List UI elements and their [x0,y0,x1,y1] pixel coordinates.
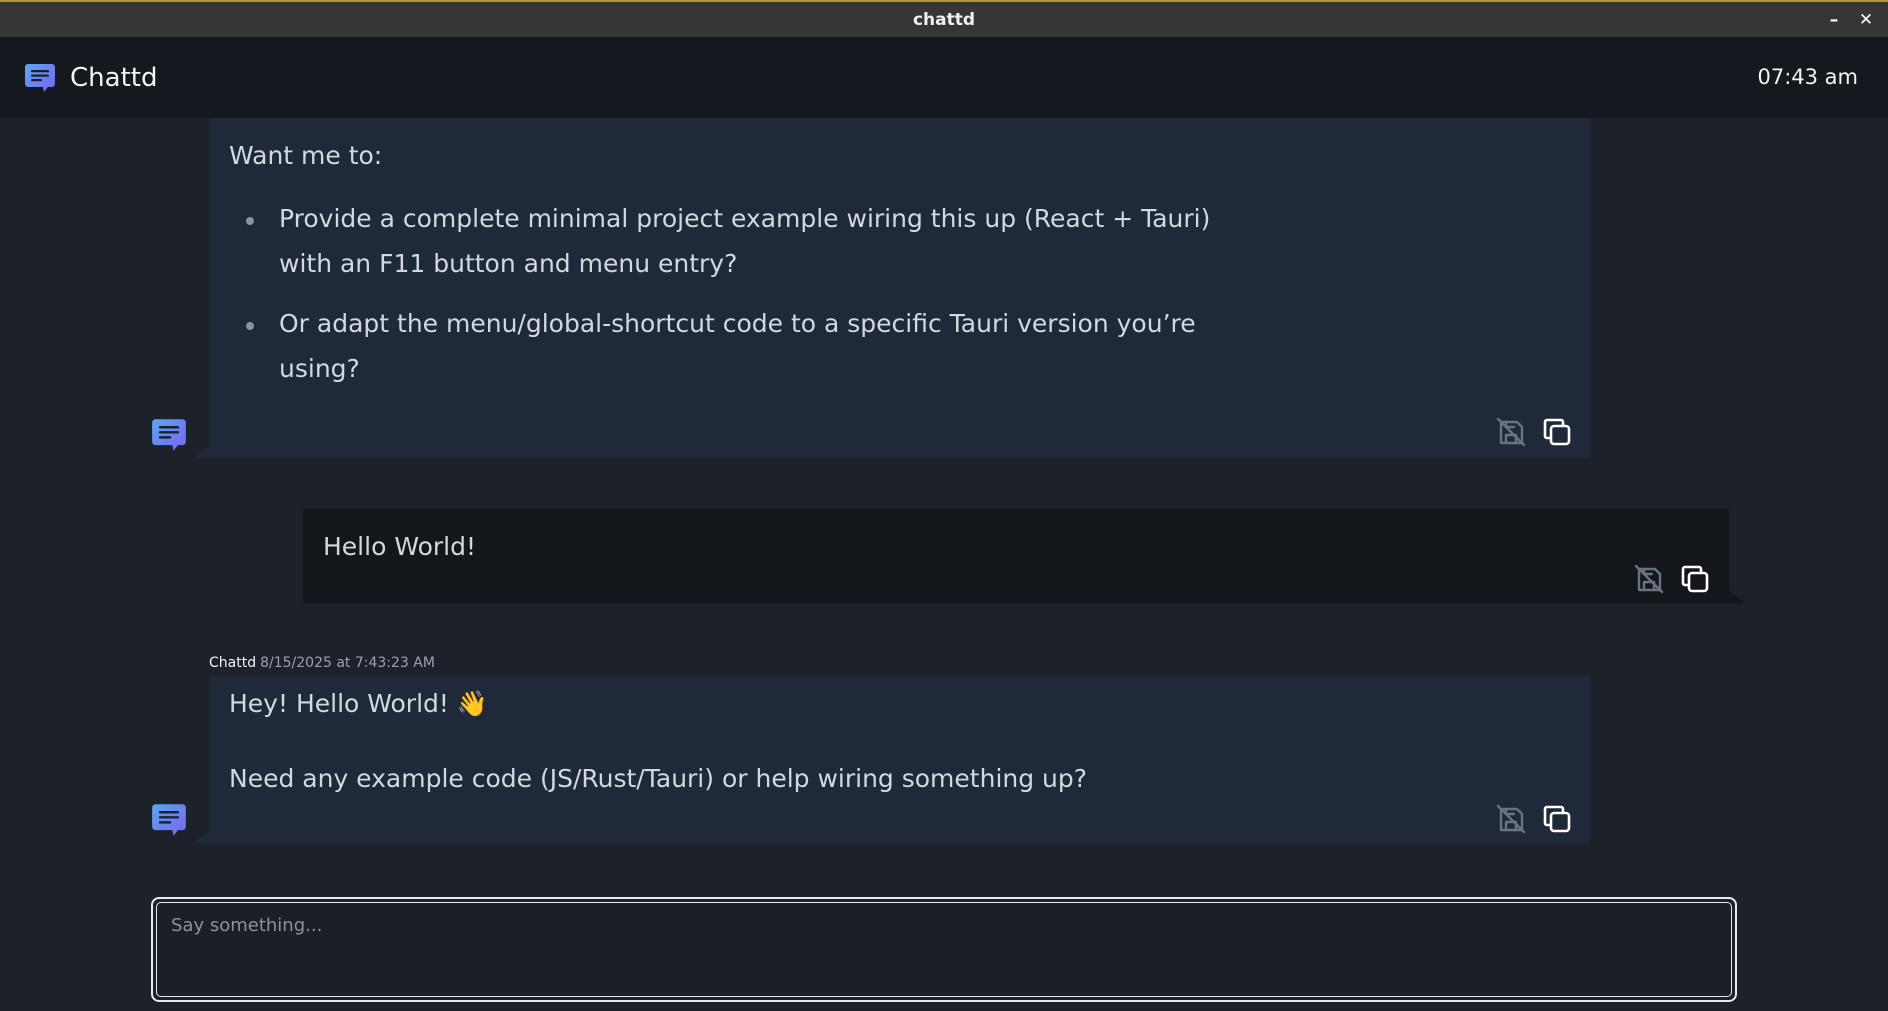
message-text: Hey! Hello World! 👋 [229,689,488,718]
minimize-button[interactable]: – [1820,6,1848,34]
assistant-avatar-icon [152,419,186,451]
message-sender: Chattd [209,655,257,671]
window-title: chattd [912,9,976,30]
message-actions [1495,416,1573,448]
window-titlebar: chattd – ✕ [0,0,1888,37]
message-actions [1495,803,1573,835]
assistant-bubble-tail [193,446,209,458]
message-meta: Chattd 8/15/2025 at 7:43:23 AM [209,655,435,671]
no-save-icon[interactable] [1495,416,1527,448]
assistant-message: Want me to: Provide a complete minimal p… [209,118,1591,458]
message-intro: Want me to: [229,141,383,170]
chat-area[interactable]: Want me to: Provide a complete minimal p… [0,118,1888,893]
message-text: Hello World! [323,532,476,561]
app-header: Chattd 07:43 am [0,37,1888,118]
copy-icon[interactable] [1541,803,1573,835]
list-item: Or adapt the menu/global-shortcut code t… [229,301,1229,391]
copy-icon[interactable] [1679,563,1711,595]
close-button[interactable]: ✕ [1852,6,1880,34]
assistant-message: Hey! Hello World! 👋 Need any example cod… [209,675,1591,843]
message-actions [1633,563,1711,595]
header-clock: 07:43 am [1757,65,1858,89]
list-item: Provide a complete minimal project examp… [229,196,1229,286]
assistant-bubble-tail [193,831,209,843]
app-window: chattd – ✕ Chattd 07:43 am Want me to: P… [0,0,1888,1011]
user-message: Hello World! [303,509,1729,603]
no-save-icon[interactable] [1633,563,1665,595]
copy-icon[interactable] [1541,416,1573,448]
message-composer [151,897,1737,1002]
chat-logo-icon [25,63,55,92]
message-input[interactable] [156,902,1732,997]
assistant-avatar-icon [152,804,186,836]
no-save-icon[interactable] [1495,803,1527,835]
app-name: Chattd [70,62,158,93]
user-bubble-tail [1729,591,1745,603]
message-text: Need any example code (JS/Rust/Tauri) or… [229,764,1088,793]
message-timestamp: 8/15/2025 at 7:43:23 AM [260,655,435,671]
message-bullet-list: Provide a complete minimal project examp… [229,196,1229,391]
